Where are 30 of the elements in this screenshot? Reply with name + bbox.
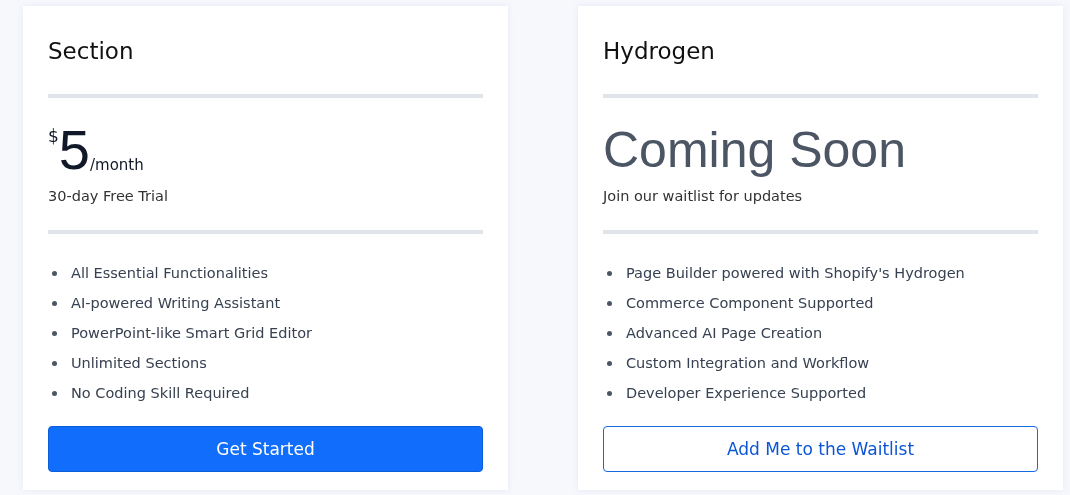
plan-subtitle: Join our waitlist for updates: [603, 188, 803, 204]
feature-text: All Essential Functionalities: [71, 265, 268, 281]
bullet-icon: [52, 390, 57, 396]
bullet-icon: [607, 360, 612, 366]
coming-soon-headline: Coming Soon: [603, 122, 906, 178]
bullet-icon: [607, 300, 612, 306]
feature-text: Developer Experience Supported: [626, 385, 867, 401]
bullet-icon: [52, 270, 57, 276]
plan-subtitle: 30-day Free Trial: [48, 188, 168, 204]
currency-symbol: $: [48, 126, 59, 146]
plan-title: Hydrogen: [603, 37, 715, 66]
bullet-icon: [52, 330, 57, 336]
bullet-icon: [607, 390, 612, 396]
price-amount: 5: [58, 122, 90, 178]
feature-text: Advanced AI Page Creation: [626, 325, 823, 341]
bullet-icon: [607, 270, 612, 276]
bullet-icon: [52, 360, 57, 366]
feature-text: AI-powered Writing Assistant: [71, 295, 281, 311]
price-period: /month: [90, 156, 144, 174]
feature-text: Page Builder powered with Shopify's Hydrogen: [626, 265, 965, 281]
feature-text: Unlimited Sections: [71, 355, 207, 371]
feature-text: Custom Integration and Workflow: [626, 355, 870, 371]
feature-text: Commerce Component Supported: [626, 295, 874, 311]
plan-title: Section: [48, 37, 134, 66]
feature-text: PowerPoint-like Smart Grid Editor: [71, 325, 312, 341]
bullet-icon: [607, 330, 612, 336]
waitlist-button[interactable]: Add Me to the Waitlist: [603, 426, 1038, 472]
bullet-icon: [52, 300, 57, 306]
feature-text: No Coding Skill Required: [71, 385, 250, 401]
get-started-button[interactable]: Get Started: [48, 426, 483, 472]
